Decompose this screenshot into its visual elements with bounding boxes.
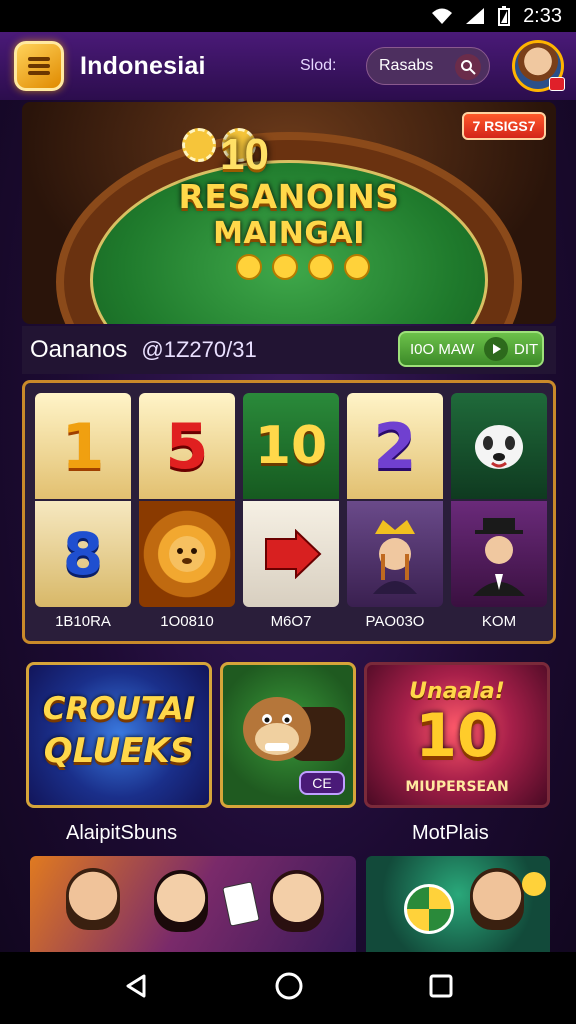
play-now-button[interactable]: I0O MAW DIT (398, 331, 544, 367)
user-avatar[interactable] (512, 40, 565, 92)
monkey-icon (243, 697, 345, 761)
tile-title-line1: CROUTAI (42, 691, 196, 727)
promo-title: Oananos (30, 336, 128, 363)
man-icon (451, 501, 547, 607)
coin-row (236, 254, 370, 280)
tile-title-line2: QLUEKS (43, 731, 195, 771)
reel-label-5: KOM (481, 613, 517, 630)
hero-number: 10 (220, 130, 269, 179)
game-tile-ten[interactable]: Unaala! 10 MIUPERSEAN (364, 662, 550, 808)
promo-code: @1Z270/31 (141, 337, 257, 362)
ball-icon (404, 884, 454, 934)
live-casino-card[interactable] (30, 856, 356, 952)
player-avatar-4 (470, 868, 524, 930)
reel-label-4: PAO03O (365, 613, 425, 630)
system-nav-bar (0, 952, 576, 1024)
reel-label-3: M6O7 (270, 613, 312, 630)
slot-label: Slod: (300, 57, 337, 74)
reel-5[interactable] (451, 393, 547, 607)
back-icon[interactable] (122, 972, 150, 1005)
hero-title-line1: RESANOINS (178, 177, 400, 216)
app-logo[interactable] (14, 41, 64, 91)
reel-symbol-dollar: 8 (35, 501, 131, 607)
status-time: 2:33 (523, 4, 562, 27)
battery-icon (497, 6, 511, 26)
player-avatar-3 (270, 870, 324, 932)
reel-symbol-5: 5 (139, 393, 235, 499)
hero-title-line2: MAINGAI (213, 216, 365, 251)
queen-icon (347, 501, 443, 607)
cta-label-right: DIT (514, 340, 539, 358)
lion-icon (139, 501, 235, 607)
reel-symbol-10: 10 (243, 393, 339, 499)
promo-info-row: Oananos @1Z270/31 I0O MAW DIT (22, 326, 556, 374)
reel-symbol-2: 2 (347, 393, 443, 499)
section-label-right[interactable]: MotPlais (412, 822, 489, 845)
reel-2[interactable]: 5 (139, 393, 235, 607)
hero-badge[interactable]: 7 RSIGS7 (462, 112, 546, 140)
search-input[interactable]: Rasabs (366, 47, 490, 85)
player-avatar-1 (66, 868, 120, 930)
reel-4[interactable]: 2 (347, 393, 443, 607)
hero-banner[interactable]: 10 RESANOINS MAINGAI 7 RSIGS7 (22, 102, 556, 324)
menu-icon (28, 57, 50, 75)
tile-number: 10 (415, 701, 499, 771)
reel-1[interactable]: 1 8 (35, 393, 131, 607)
sports-card[interactable] (366, 856, 550, 952)
game-tile-crouta[interactable]: CROUTAI QLUEKS (26, 662, 212, 808)
coin-icon (522, 872, 546, 896)
reel-label-2: 1O0810 (160, 613, 214, 630)
dog-icon (451, 393, 547, 499)
signal-icon (465, 7, 485, 25)
search-text: Rasabs (379, 57, 434, 74)
arrow-icon (243, 501, 339, 607)
home-icon[interactable] (274, 971, 304, 1006)
tile-caption: MIUPERSEAN (405, 779, 509, 795)
reel-3[interactable]: 10 (243, 393, 339, 607)
tile-badge: CE (299, 771, 345, 795)
player-avatar-2 (154, 870, 208, 932)
cta-label: I0O MAW (410, 340, 475, 358)
play-icon (484, 337, 508, 361)
playing-card-icon (222, 881, 260, 927)
notification-badge (549, 77, 565, 91)
app-title: Indonesiai (80, 51, 206, 80)
search-icon[interactable] (455, 54, 481, 80)
reel-symbol-1: 1 (35, 393, 131, 499)
recents-icon[interactable] (428, 973, 454, 1004)
reel-label-1: 1B10RA (55, 613, 111, 630)
section-label-left[interactable]: AlaipitSbuns (66, 822, 177, 845)
wifi-icon (431, 7, 453, 25)
app-header: Indonesiai Slod: Rasabs (0, 32, 576, 100)
status-bar: 2:33 (0, 0, 576, 32)
game-tile-monkey[interactable]: CE (220, 662, 356, 808)
slot-reels: 1 8 1B10RA 5 1O0810 10 M6O7 2 PAO03O KOM (22, 380, 556, 644)
